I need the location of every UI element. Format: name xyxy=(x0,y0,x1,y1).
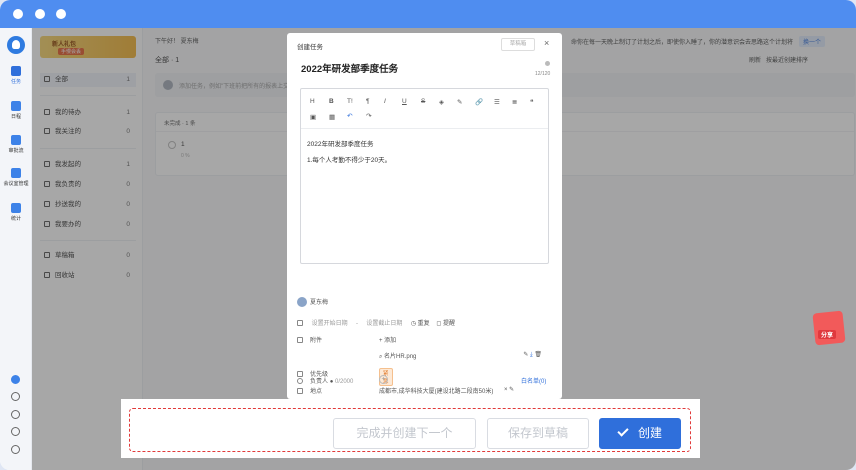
table-icon[interactable]: ▦ xyxy=(329,113,335,121)
create-next-button[interactable]: 完成并创建下一个 xyxy=(333,418,476,449)
char-counter: 12/120 xyxy=(535,71,551,77)
image-icon[interactable]: ▣ xyxy=(310,113,316,121)
editor-line: 1.每个人考勤不得少于20天。 xyxy=(307,157,392,164)
rail-item-calendar[interactable]: 日程 xyxy=(0,101,32,120)
attachment-row: 附件 + 添加 xyxy=(297,335,396,344)
download-icon[interactable]: ⤓ xyxy=(530,352,533,358)
create-task-dialog: 创建任务 草稿箱 × 2022年研发部季度任务 12/120 H B T! ¶ … xyxy=(287,33,562,399)
meeting-room-icon xyxy=(11,168,21,178)
edit-icon[interactable]: ✎ xyxy=(523,352,528,358)
attachment-actions: ✎ ⤓ 🗑 xyxy=(523,351,542,359)
rail-item-approval[interactable]: 审批流 xyxy=(0,135,32,154)
ordered-list-icon[interactable]: ≣ xyxy=(512,98,517,106)
date-row: 设置开始日期 - 设置截止日期 ◷ 重复 ◻ 提醒 xyxy=(297,318,455,327)
repeat-button[interactable]: ◷ 重复 xyxy=(411,321,430,327)
save-draft-button[interactable]: 保存到草稿 xyxy=(487,418,589,449)
start-date-field[interactable]: 设置开始日期 xyxy=(312,321,348,327)
window-minimize-dot[interactable] xyxy=(35,9,45,19)
share-widget[interactable]: 分享 xyxy=(808,310,848,346)
title-bar xyxy=(0,0,856,28)
paperclip-icon xyxy=(297,337,303,343)
heading-icon[interactable]: H xyxy=(310,98,315,105)
add-attachment-button[interactable]: + 添加 xyxy=(379,335,396,344)
bullet-list-icon[interactable]: ☰ xyxy=(494,98,500,106)
rail-item-stats[interactable]: 统计 xyxy=(0,203,32,222)
settings-icon[interactable] xyxy=(545,61,550,66)
link-icon[interactable]: 🔗 xyxy=(475,98,483,106)
remind-button[interactable]: ◻ 提醒 xyxy=(436,321,455,327)
task-name-input[interactable]: 2022年研发部季度任务 xyxy=(301,61,398,75)
delete-icon[interactable]: 🗑 xyxy=(534,352,542,358)
editor-body[interactable]: 2022年研发部季度任务 1.每个人考勤不得少于20天。 xyxy=(307,137,391,169)
underline-icon[interactable]: U xyxy=(402,98,407,105)
font-size-icon[interactable]: T! xyxy=(347,98,353,105)
calendar-icon xyxy=(297,320,303,326)
redo-icon[interactable]: ↷ xyxy=(366,112,371,120)
stats-icon xyxy=(11,203,21,213)
close-icon[interactable]: × xyxy=(544,38,549,48)
highlight-icon[interactable]: ✎ xyxy=(457,98,462,106)
italic-icon[interactable]: I xyxy=(384,98,386,105)
undo-icon[interactable]: ↶ xyxy=(347,112,352,120)
owner-row: 负责人 ● 0/2000 + 白名单(0) xyxy=(297,375,552,385)
clear-location-icon[interactable]: × ✎ xyxy=(504,386,514,393)
draft-box-button[interactable]: 草稿箱 xyxy=(501,38,535,51)
location-icon xyxy=(297,388,303,394)
rail-item-task[interactable]: 任务 xyxy=(0,66,32,85)
gift-card-icon xyxy=(812,310,846,346)
avatar xyxy=(297,297,307,307)
end-date-field[interactable]: 设置截止日期 xyxy=(366,321,402,327)
help-icon[interactable] xyxy=(11,427,20,436)
calendar-icon xyxy=(11,101,21,111)
info-icon: ● xyxy=(329,379,334,385)
window-maximize-dot[interactable] xyxy=(56,9,66,19)
bell-icon[interactable] xyxy=(11,410,20,419)
rich-text-editor[interactable]: H B T! ¶ I U S ◈ ✎ 🔗 ☰ ≣ ❝ ▣ ▦ ↶ ↷ 2022年… xyxy=(300,88,549,264)
bold-icon[interactable]: B xyxy=(329,98,334,105)
icon-rail: 任务 日程 审批流 会议室管理 统计 xyxy=(0,28,32,470)
creator-row: 夏东梅 xyxy=(297,297,328,307)
location-row: 地点 成都市,成华科技大厦(建设北路二段南50米) × ✎ xyxy=(297,386,514,395)
check-icon xyxy=(617,425,629,437)
approval-icon xyxy=(11,135,21,145)
app-window: 任务 日程 审批流 会议室管理 统计 新人礼包 手慢会丢 全部 1 我的待办 1 我… xyxy=(0,0,856,470)
whitelist-link[interactable]: 白名单(0) xyxy=(521,376,546,385)
dialog-title: 创建任务 xyxy=(297,44,323,51)
editor-toolbar: H B T! ¶ I U S ◈ ✎ 🔗 ☰ ≣ ❝ ▣ ▦ ↶ ↷ xyxy=(301,89,548,129)
quote-icon[interactable]: ❝ xyxy=(530,98,534,106)
location-value[interactable]: 成都市,成华科技大厦(建设北路二段南50米) xyxy=(379,386,493,395)
attachment-item[interactable]: ⌕ 名片HR.png ✎ ⤓ 🗑 xyxy=(379,351,544,361)
settings-icon[interactable] xyxy=(11,445,20,454)
create-button[interactable]: 创建 xyxy=(599,418,681,449)
search-icon[interactable] xyxy=(11,392,20,401)
color-icon[interactable]: ◈ xyxy=(439,98,444,106)
user-icon xyxy=(297,378,303,384)
window-close-dot[interactable] xyxy=(13,9,23,19)
share-label: 分享 xyxy=(818,330,837,339)
task-icon xyxy=(11,66,21,76)
rail-item-meeting-room[interactable]: 会议室管理 xyxy=(0,168,32,187)
editor-line: 2022年研发部季度任务 xyxy=(307,141,374,148)
add-owner-button[interactable]: + xyxy=(379,375,388,384)
app-logo-icon xyxy=(7,36,25,54)
paragraph-icon[interactable]: ¶ xyxy=(366,98,370,105)
file-icon: ⌕ xyxy=(379,354,383,360)
user-avatar-icon[interactable] xyxy=(11,375,20,384)
strikethrough-icon[interactable]: S xyxy=(421,98,425,105)
